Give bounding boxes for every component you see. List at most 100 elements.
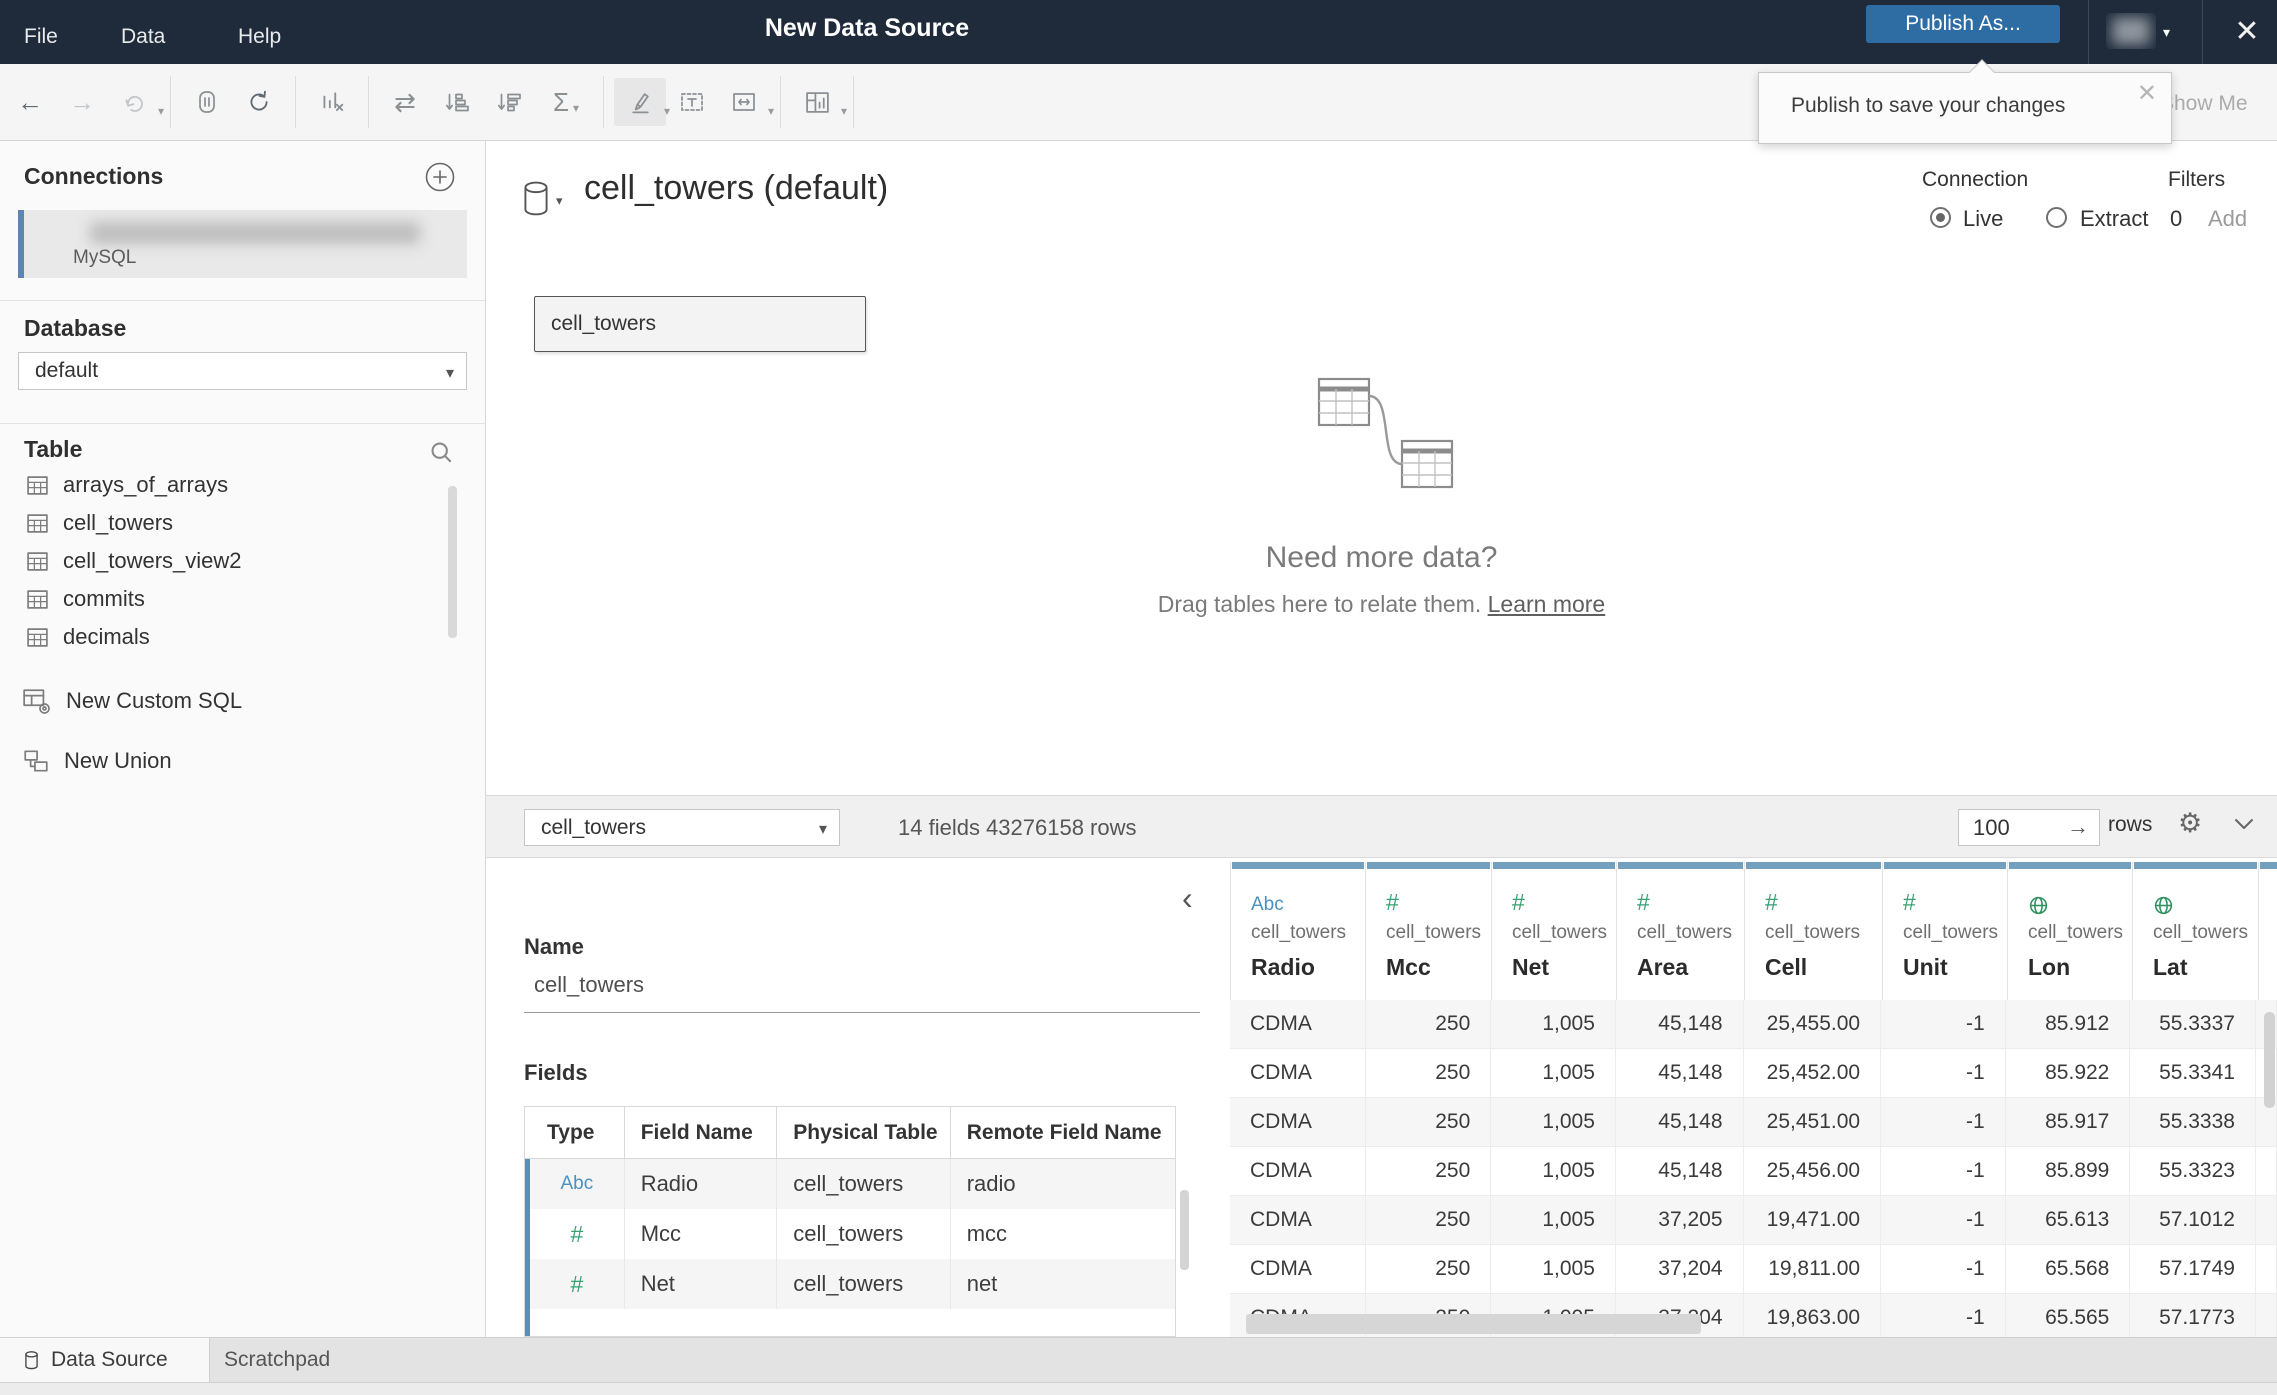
grid-column-header[interactable]: cell_towers Lat [2133,862,2259,1000]
number-type-icon: # [1512,889,1525,915]
avatar[interactable] [2106,13,2156,49]
highlight-icon[interactable]: ▾ [614,78,670,126]
grid-column-table: cell_towers [1765,922,1861,943]
totals-icon[interactable]: Σ [535,78,587,126]
add-connection-icon[interactable] [424,161,456,193]
table-list-item[interactable]: decimals [0,618,470,656]
grid-column-table: cell_towers [2153,922,2249,943]
grid-cell: 250 [1366,1000,1492,1048]
new-union[interactable]: New Union [22,741,172,781]
row-count-input[interactable]: 100 → [1958,809,2100,846]
cards-caret-icon[interactable]: ▾ [841,104,847,118]
search-icon[interactable] [428,439,456,467]
column-accent [1884,862,2006,869]
grid-cell: 85.912 [2006,1000,2131,1048]
table-list-item[interactable]: arrays_of_arrays [0,466,470,504]
clear-sheet-icon[interactable] [306,78,358,126]
learn-more-link[interactable]: Learn more [1488,591,1606,617]
fit-icon[interactable]: ▾ [718,78,774,126]
show-me-button[interactable]: Show Me [2160,92,2248,116]
extract-label[interactable]: Extract [2080,206,2148,232]
grid-horizontal-scrollbar[interactable] [1246,1314,1701,1334]
table-node[interactable]: cell_towers [534,296,866,352]
live-radio[interactable] [1930,207,1951,228]
fit-caret-icon[interactable]: ▾ [768,104,774,118]
datasource-icon[interactable] [522,181,550,222]
name-value-input[interactable]: cell_towers [534,972,644,998]
table-icon [27,475,48,495]
filters-add-button[interactable]: Add [2208,206,2247,232]
grid-cell: 1,005 [1491,1000,1616,1048]
redo-icon[interactable]: → [56,78,108,126]
sort-descending-icon[interactable] [483,78,535,126]
grid-column-field: Radio [1251,954,1315,980]
totals-caret-icon[interactable]: ▾ [573,101,579,115]
menu-file[interactable]: File [24,20,58,54]
grid-vertical-scrollbar[interactable] [2264,1012,2275,1108]
tab-data-source[interactable]: Data Source [0,1338,210,1382]
grid-column-header[interactable]: Abc cell_towers Radio [1230,862,1366,1000]
grid-column-header[interactable]: # cell_towers Net [1492,862,1617,1000]
grid-row[interactable]: CDMA 250 1,005 45,148 25,455.00 -1 85.912 55.33… [1230,1000,2277,1049]
label-marks-icon[interactable] [666,78,718,126]
tab-scratchpad[interactable]: Scratchpad [210,1338,430,1382]
refresh-icon[interactable] [233,78,285,126]
grid-column-header[interactable]: # cell_towers Mcc [1366,862,1492,1000]
grid-cell: 55.3341 [2130,1049,2256,1097]
grid-cell: 85.922 [2006,1049,2131,1097]
sidebar-scrollbar[interactable] [448,486,457,638]
replay-icon[interactable]: ▾ [108,78,164,126]
grid-row[interactable]: CDMA 250 1,005 45,148 25,456.00 -1 85.899 55.33… [1230,1147,2277,1196]
apply-rows-icon[interactable]: → [2067,814,2089,840]
preview-table-select[interactable]: cell_towers ▾ [524,809,840,846]
grid-cell: -1 [1881,1196,2006,1244]
field-row[interactable]: Abc Radio cell_towers radio [525,1159,1175,1209]
new-custom-sql[interactable]: New Custom SQL [22,681,242,721]
fields-rows-summary: 14 fields 43276158 rows [898,815,1137,840]
database-select[interactable]: default ▾ [18,352,467,390]
sort-ascending-icon[interactable] [431,78,483,126]
undo-icon[interactable]: ← [4,78,56,126]
datasource-caret-icon[interactable]: ▾ [556,193,563,209]
grid-column-header[interactable]: # cell_towers Cell [1745,862,1883,1000]
fields-table-body: Abc Radio cell_towers radio # Mcc cell_towers m… [525,1159,1175,1336]
grid-row[interactable]: CDMA 250 1,005 37,205 19,471.00 -1 65.613 57.10… [1230,1196,2277,1245]
table-list-item-label: arrays_of_arrays [63,472,229,497]
close-window-icon[interactable]: ✕ [2226,10,2268,52]
string-type-icon: Abc [1251,894,1284,915]
field-row[interactable]: # Mcc cell_towers mcc [525,1209,1175,1259]
number-type-icon: # [570,1220,584,1247]
avatar-caret-icon[interactable]: ▾ [2163,24,2170,41]
status-bar [0,1382,2277,1395]
extract-radio[interactable] [2046,207,2067,228]
fields-scrollbar[interactable] [1180,1190,1189,1270]
publish-as-button[interactable]: Publish As... [1866,5,2060,43]
live-label[interactable]: Live [1963,206,2003,232]
grid-cell: -1 [1881,1000,2006,1048]
collapse-panel-icon[interactable]: ‹ [1182,880,1193,917]
datasource-title[interactable]: cell_towers (default) [584,169,888,208]
table-list-item[interactable]: cell_towers_view2 [0,542,470,580]
chevron-down-icon[interactable] [2234,818,2254,836]
grid-row[interactable]: CDMA 250 1,005 37,204 19,811.00 -1 65.568 57.17… [1230,1245,2277,1294]
table-list-item[interactable]: cell_towers [0,504,470,542]
connection-item[interactable]: MySQL [18,210,467,278]
title-bar: File Data Help New Data Source Publish A… [0,0,2277,64]
show-hide-cards-icon[interactable]: ▾ [791,78,847,126]
pause-updates-icon[interactable] [181,78,233,126]
menu-data[interactable]: Data [121,20,165,54]
grid-column-header[interactable]: # cell_towers Area [1617,862,1745,1000]
menu-help[interactable]: Help [238,20,281,54]
globe-icon [2029,896,2048,915]
connections-header: Connections [24,163,164,189]
grid-column-header[interactable]: cell_towers Lon [2008,862,2133,1000]
tooltip-close-icon[interactable]: ✕ [2137,79,2157,108]
replay-caret-icon[interactable]: ▾ [158,104,164,118]
swap-rows-columns-icon[interactable]: ⇄ [379,78,431,126]
field-row[interactable]: # Net cell_towers net [525,1259,1175,1309]
grid-column-header[interactable]: # cell_towers Unit [1883,862,2008,1000]
grid-row[interactable]: CDMA 250 1,005 45,148 25,451.00 -1 85.917 55.33… [1230,1098,2277,1147]
table-list-item[interactable]: commits [0,580,470,618]
gear-icon[interactable]: ⚙ [2178,808,2202,839]
grid-row[interactable]: CDMA 250 1,005 45,148 25,452.00 -1 85.922 55.33… [1230,1049,2277,1098]
